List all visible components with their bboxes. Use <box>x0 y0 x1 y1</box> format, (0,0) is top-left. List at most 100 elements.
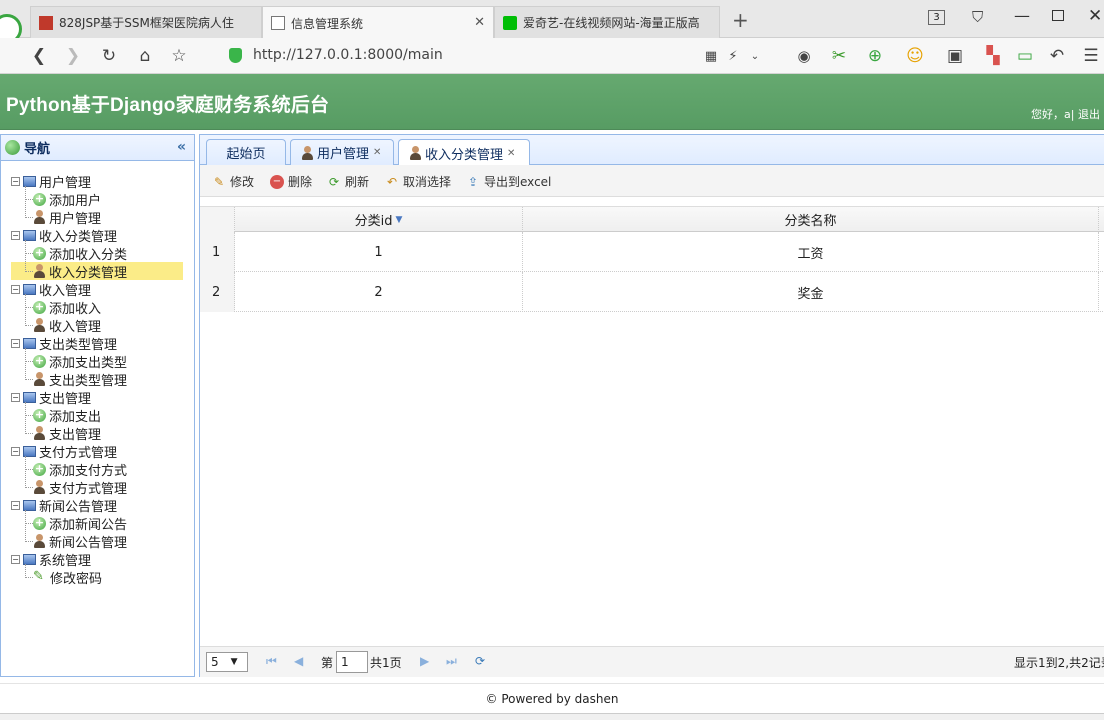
battery-icon[interactable]: ▭ <box>1014 45 1036 67</box>
main-panel: 起始页 用户管理 ✕ 收入分类管理 ✕ ✎ 修改 − 删除 ⟳ 刷新 ↶ 取消选… <box>199 134 1104 677</box>
tab-user-management[interactable]: 用户管理 ✕ <box>290 139 394 165</box>
add-icon: + <box>33 515 46 530</box>
user-icon <box>33 534 46 548</box>
new-tab-button[interactable]: + <box>732 8 749 32</box>
reload-icon[interactable]: ↻ <box>98 45 120 67</box>
column-header-id[interactable]: 分类id ▼ <box>235 207 523 232</box>
tree-connector <box>25 564 26 578</box>
collapse-toggle-icon[interactable]: − <box>11 554 20 564</box>
close-icon[interactable]: ✕ <box>474 15 485 30</box>
nav-group[interactable]: − 支出类型管理 <box>11 334 117 353</box>
page-number: 1 <box>341 655 349 669</box>
nav-group[interactable]: − 支付方式管理 <box>11 442 118 461</box>
nav-group-label: 支付方式管理 <box>39 445 118 461</box>
row-number: 1 <box>200 232 235 272</box>
nav-group[interactable]: − 用户管理 <box>11 172 91 191</box>
browser-toolbar: ❮ ❯ ↻ ⌂ ☆ http://127.0.0.1:8000/main ▦ ⚡… <box>0 38 1104 74</box>
footer: © Powered by dashen <box>0 683 1104 713</box>
maximize-icon[interactable] <box>1052 10 1064 21</box>
tree-connector <box>25 271 33 272</box>
image-icon[interactable]: ▣ <box>944 45 966 67</box>
pager-refresh-icon[interactable]: ⟳ <box>475 654 485 668</box>
shirt-icon[interactable]: ⛉ <box>972 8 983 26</box>
menu-icon[interactable]: ☰ <box>1080 45 1102 67</box>
tab-label: 起始页 <box>226 147 266 162</box>
cancel-select-button[interactable]: ↶ 取消选择 <box>385 173 451 190</box>
tree-connector <box>25 325 33 326</box>
nav-group[interactable]: − 新闻公告管理 <box>11 496 117 515</box>
delete-label: 删除 <box>288 175 313 189</box>
qr-icon[interactable]: ▦ <box>700 45 722 67</box>
close-window-icon[interactable]: ✕ <box>1088 6 1102 26</box>
table-row[interactable]: 1 1 工资 <box>200 232 1104 272</box>
last-page-icon[interactable]: ⏭ <box>446 654 457 669</box>
add-icon: + <box>33 299 46 314</box>
collapse-toggle-icon[interactable]: − <box>11 392 20 402</box>
tab-income-category[interactable]: 收入分类管理 ✕ <box>398 139 530 166</box>
collapse-toggle-icon[interactable]: − <box>11 500 20 510</box>
add-icon: + <box>33 353 46 368</box>
nav-group[interactable]: − 收入分类管理 <box>11 226 117 245</box>
refresh-button[interactable]: ⟳ 刷新 <box>327 173 369 190</box>
star-icon[interactable]: ☆ <box>168 45 190 67</box>
tab-close-icon[interactable]: ✕ <box>373 147 381 158</box>
user-icon <box>33 426 46 440</box>
tab-count-badge[interactable]: 3 <box>928 10 945 25</box>
collapse-toggle-icon[interactable]: − <box>11 338 20 348</box>
collapse-icon[interactable]: « <box>177 139 186 155</box>
page-size-select[interactable]: 5 ▼ <box>206 652 248 672</box>
export-button[interactable]: ⇪ 导出到excel <box>466 173 551 190</box>
user-icon <box>33 318 46 332</box>
first-page-icon[interactable]: ⏮ <box>266 654 277 669</box>
browser-tab-3[interactable]: 爱奇艺-在线视频网站-海量正版高 <box>494 6 720 38</box>
cell-id: 1 <box>235 232 523 272</box>
undo-icon[interactable]: ↶ <box>1046 45 1068 67</box>
forward-icon[interactable]: ❯ <box>62 45 84 67</box>
delete-button[interactable]: − 删除 <box>270 173 312 190</box>
pencil-icon: ✎ <box>33 569 44 584</box>
lightning-icon[interactable]: ⚡ <box>722 45 744 67</box>
browser-tab-2[interactable]: 信息管理系统 ✕ <box>262 6 494 39</box>
tree-connector <box>25 240 26 272</box>
page-input[interactable]: 1 <box>336 651 368 673</box>
url-bar[interactable]: http://127.0.0.1:8000/main <box>253 47 443 63</box>
home-icon[interactable]: ⌂ <box>134 45 156 67</box>
translate-icon[interactable]: ⊕ <box>864 45 886 67</box>
tab-home[interactable]: 起始页 <box>206 139 286 165</box>
nav-group[interactable]: − 系统管理 <box>11 550 91 569</box>
collapse-toggle-icon[interactable]: − <box>11 230 20 240</box>
minimize-icon[interactable]: — <box>1014 6 1030 25</box>
tree-connector <box>25 456 26 488</box>
extension-icon[interactable]: ◉ <box>793 45 815 67</box>
edit-button[interactable]: ✎ 修改 <box>212 173 254 190</box>
browser-tab-1[interactable]: 828JSP基于SSM框架医院病人住 <box>30 6 262 38</box>
column-header-name[interactable]: 分类名称 <box>523 207 1099 232</box>
user-icon <box>33 210 46 224</box>
user-greeting[interactable]: 您好，a| 退出 <box>1031 106 1100 122</box>
sidebar-item[interactable]: 收入分类管理 <box>11 262 183 281</box>
collapse-toggle-icon[interactable]: − <box>11 284 20 294</box>
next-page-icon[interactable]: ▶ <box>420 654 429 668</box>
nav-group[interactable]: − 支出管理 <box>11 388 92 407</box>
scissors-icon[interactable]: ✂ <box>828 45 850 67</box>
tree-connector <box>25 217 33 218</box>
collapse-toggle-icon[interactable]: − <box>11 446 20 456</box>
tree-connector <box>25 487 33 488</box>
tab-label: 收入分类管理 <box>425 147 504 163</box>
emoji-icon[interactable]: ☺ <box>904 45 926 67</box>
apps-icon[interactable]: ▚ <box>982 45 1004 67</box>
tree-connector <box>25 253 33 254</box>
back-icon[interactable]: ❮ <box>28 45 50 67</box>
sidebar-item-label: 添加用户 <box>49 193 102 209</box>
export-icon: ⇪ <box>467 174 479 189</box>
table-row[interactable]: 2 2 奖金 <box>200 272 1104 312</box>
nav-group-label: 支出管理 <box>39 391 92 407</box>
secure-shield-icon <box>229 48 242 63</box>
computer-icon <box>23 445 36 457</box>
nav-group[interactable]: − 收入管理 <box>11 280 91 299</box>
tab-close-icon[interactable]: ✕ <box>507 148 515 159</box>
computer-icon <box>23 499 36 511</box>
prev-page-icon[interactable]: ◀ <box>294 654 303 668</box>
collapse-toggle-icon[interactable]: − <box>11 176 20 186</box>
chevron-down-icon[interactable]: ⌄ <box>744 45 766 67</box>
